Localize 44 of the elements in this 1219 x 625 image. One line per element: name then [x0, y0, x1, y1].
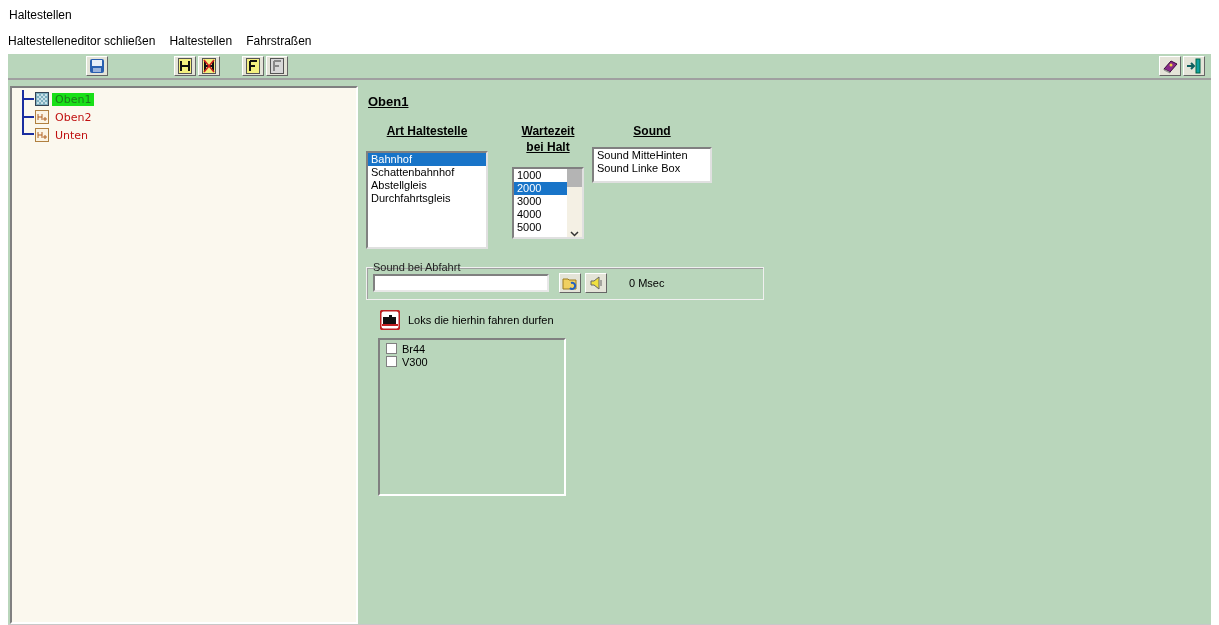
list-item[interactable]: 4000 [514, 208, 567, 221]
sound-file-field[interactable] [373, 274, 549, 292]
folder-icon[interactable] [559, 273, 581, 293]
letter-f-icon[interactable] [266, 56, 288, 76]
list-item[interactable]: Durchfahrtsgleis [368, 192, 486, 205]
book-icon[interactable] [1159, 56, 1181, 76]
scroll-down-icon[interactable] [570, 231, 579, 237]
tree-item[interactable]: Oben2 [52, 110, 95, 124]
letter-f-icon[interactable] [242, 56, 264, 76]
list-item[interactable]: Sound Linke Box [594, 162, 710, 175]
checkbox[interactable] [386, 356, 397, 367]
menu-item[interactable]: Fahrstraßen [246, 34, 312, 48]
stop-type-list[interactable]: Bahnhof Schattenbahnhof Abstellgleis Durchfahrtsgleis [366, 151, 488, 249]
exit-door-icon[interactable] [1183, 56, 1205, 76]
list-item[interactable]: Sound MitteHinten [594, 149, 710, 162]
stop-type-label: Art Haltestelle [386, 123, 468, 139]
menu-item[interactable]: Haltestelleneditor schließen [8, 34, 156, 48]
wait-time-label: Wartezeit bei Halt [521, 124, 575, 154]
speaker-icon[interactable] [585, 273, 607, 293]
letter-h-icon[interactable] [174, 56, 196, 76]
checkered-stop-icon [35, 92, 49, 106]
list-item[interactable]: Bahnhof [368, 153, 486, 166]
tree-item[interactable]: Unten [52, 128, 92, 142]
checkbox[interactable] [386, 343, 397, 354]
menu-item[interactable]: Haltestellen [169, 34, 233, 48]
list-item[interactable]: 1000 [514, 169, 567, 182]
list-item[interactable]: Abstellgleis [368, 179, 486, 192]
departure-sound-label: Sound bei Abfahrt [373, 261, 461, 273]
locos-label: Loks die hierhin fahren durfen [408, 314, 554, 326]
crossed-letter-h-icon[interactable] [198, 56, 220, 76]
window-title: Haltestellen [8, 7, 73, 24]
checkbox-label: Br44 [402, 342, 426, 355]
list-item[interactable]: 5000 [514, 221, 567, 234]
stop-heading: Oben1 [368, 94, 410, 109]
list-item[interactable]: 2000 [514, 182, 567, 195]
list-item[interactable]: Schattenbahnhof [368, 166, 486, 179]
checkbox-label: V300 [402, 355, 428, 368]
list-item[interactable]: 3000 [514, 195, 567, 208]
sound-label: Sound [633, 123, 671, 139]
sound-list[interactable]: Sound MitteHinten Sound Linke Box [592, 147, 712, 183]
duration-text: 0 Msec [629, 277, 665, 289]
locomotive-icon [380, 310, 400, 330]
scrollbar[interactable] [567, 169, 582, 237]
wait-time-list[interactable]: 1000 2000 3000 4000 5000 [512, 167, 584, 239]
